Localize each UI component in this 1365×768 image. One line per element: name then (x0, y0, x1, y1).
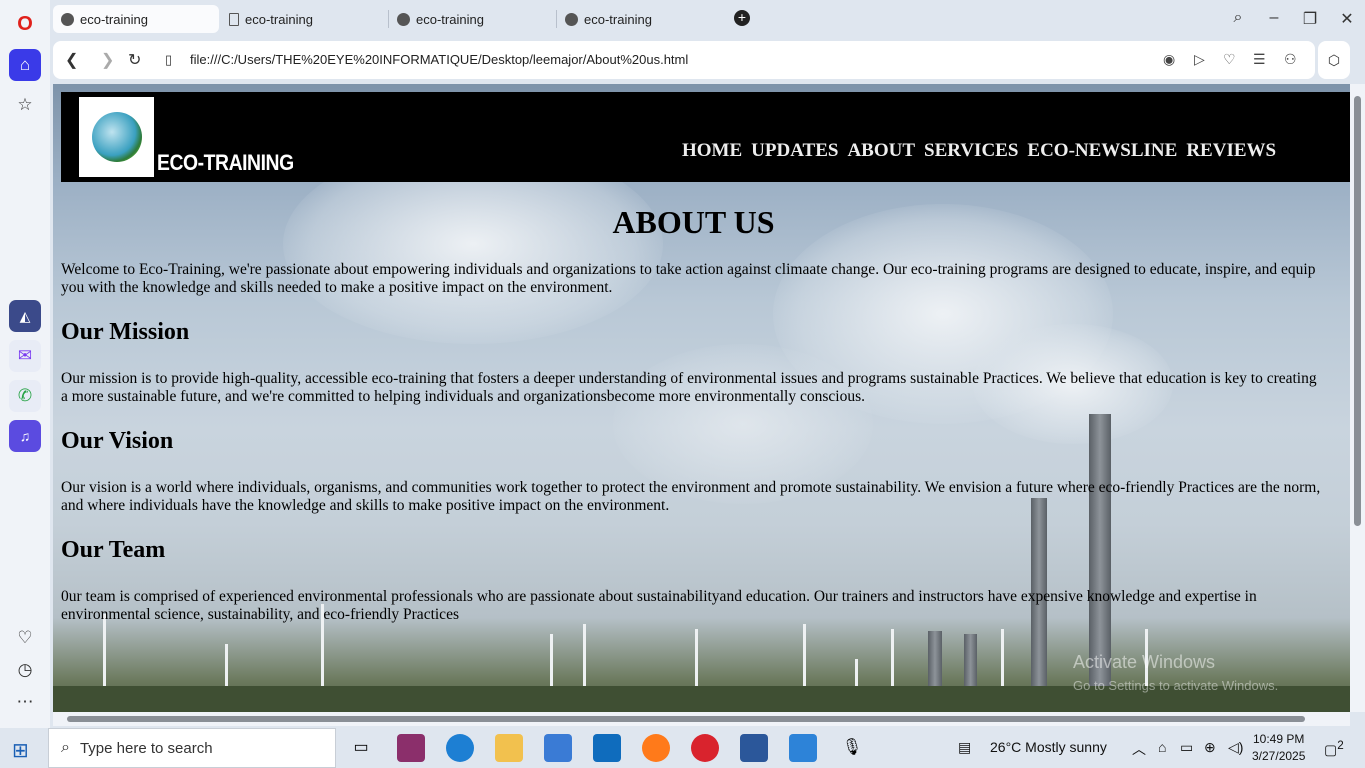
tab-title: eco-training (416, 11, 484, 27)
weather-icon: ▤ (958, 739, 972, 755)
file-explorer-icon[interactable] (495, 734, 523, 762)
more-dots-icon[interactable]: ⋯ (9, 686, 41, 718)
notification-count: 2 (1337, 739, 1344, 752)
snapshot-camera-icon[interactable]: ◉ (1163, 51, 1175, 68)
taskbar-search[interactable]: ⌕ Type here to search (48, 728, 336, 768)
nav-services[interactable]: SERVICES (924, 140, 1018, 162)
notifications-icon[interactable]: ▢2 (1324, 739, 1344, 759)
page-viewport: ECO-TRAINING HOME UPDATES ABOUT SERVICES… (53, 84, 1350, 712)
activate-windows-subtext: Go to Settings to activate Windows. (1073, 678, 1279, 693)
document-icon (229, 12, 239, 26)
about-content: ABOUT US Welcome to Eco-Training, we're … (61, 204, 1326, 624)
home-icon[interactable]: ⌂ (9, 49, 41, 81)
send-icon[interactable]: ▷ (1194, 51, 1205, 68)
tab-2[interactable]: eco-training (221, 5, 387, 33)
horizontal-scrollbar[interactable] (53, 712, 1350, 726)
microphone-icon[interactable]: 🎙 (838, 734, 866, 762)
url-field[interactable]: file:///C:/Users/THE%20EYE%20INFORMATIQU… (190, 52, 688, 67)
site-header: ECO-TRAINING HOME UPDATES ABOUT SERVICES… (61, 92, 1350, 182)
activate-windows-watermark: Activate Windows (1073, 652, 1216, 672)
address-toolbar: ❮ ❯ ↻ ▯ file:///C:/Users/THE%20EYE%20INF… (53, 41, 1315, 79)
heart-icon[interactable]: ♡ (1223, 51, 1236, 68)
easy-setup-icon[interactable]: ☰ (1253, 51, 1266, 68)
aria-icon[interactable]: ◭ (9, 300, 41, 332)
language-globe-icon[interactable]: ⊕ (1204, 739, 1216, 756)
site-logo[interactable] (79, 97, 154, 177)
winrar-icon[interactable] (397, 734, 425, 762)
windows-start-icon[interactable]: ⊞ (12, 738, 29, 763)
profile-icon[interactable]: ⚇ (1284, 51, 1297, 68)
messenger-icon[interactable]: ✉ (9, 340, 41, 372)
minimize-icon[interactable]: – (1262, 9, 1286, 27)
vision-heading: Our Vision (61, 428, 174, 454)
firefox-icon[interactable] (642, 734, 670, 762)
intro-paragraph: Welcome to Eco-Training, we're passionat… (61, 261, 1316, 296)
site-brand: ECO-TRAINING (157, 150, 294, 175)
tab-4[interactable]: eco-training (557, 5, 723, 33)
photos-icon[interactable] (789, 734, 817, 762)
nav-reviews[interactable]: REVIEWS (1186, 140, 1276, 162)
vertical-scrollbar[interactable] (1350, 84, 1365, 712)
history-clock-icon[interactable]: ◷ (9, 654, 41, 686)
windows-taskbar: ⊞ ⌕ Type here to search ▭ 🎙 ▤ 26°C Mostl… (0, 728, 1365, 768)
tab-strip: eco-training eco-training eco-training e… (50, 0, 1365, 38)
reload-icon[interactable]: ↻ (128, 50, 141, 70)
opera-sidebar: O ⌂ ☆ ◭ ✉ ✆ ♫ ♡ ◷ ⋯ (0, 0, 50, 728)
mission-heading: Our Mission (61, 319, 190, 345)
team-paragraph: 0ur team is comprised of experienced env… (61, 588, 1257, 623)
weather-text[interactable]: 26°C Mostly sunny (990, 739, 1107, 755)
scrollbar-thumb[interactable] (67, 716, 1305, 722)
page-title: ABOUT US (612, 204, 775, 240)
back-arrow-icon[interactable]: ❮ (65, 50, 78, 70)
nav-home[interactable]: HOME (682, 140, 742, 162)
globe-icon (397, 12, 410, 26)
favorites-heart-icon[interactable]: ♡ (9, 622, 41, 654)
vision-paragraph: Our vision is a world where individuals,… (61, 479, 1321, 514)
microsoft-store-icon[interactable] (544, 734, 572, 762)
globe-leaf-logo-icon (91, 112, 142, 162)
site-nav: HOME UPDATES ABOUT SERVICES ECO-NEWSLINE… (682, 140, 1276, 162)
clock-time: 10:49 PM (1253, 732, 1305, 746)
whatsapp-icon[interactable]: ✆ (9, 380, 41, 412)
restore-icon[interactable]: ❐ (1298, 9, 1322, 29)
nav-eco-newsline[interactable]: ECO-NEWSLINE (1027, 140, 1177, 162)
clock-date: 3/27/2025 (1252, 749, 1306, 763)
pinboard-star-icon[interactable]: ☆ (9, 89, 41, 121)
task-view-icon[interactable]: ▭ (347, 734, 375, 762)
nav-updates[interactable]: UPDATES (751, 140, 838, 162)
close-icon[interactable]: ✕ (1335, 9, 1359, 29)
extensions-cube-icon[interactable]: ⬡ (1318, 41, 1350, 79)
file-icon: ▯ (165, 52, 173, 67)
scrollbar-thumb[interactable] (1354, 96, 1361, 526)
tab-1[interactable]: eco-training (53, 5, 219, 33)
opera-taskbar-icon[interactable] (691, 734, 719, 762)
network-icon[interactable]: ⌂ (1158, 739, 1166, 755)
tab-title: eco-training (245, 11, 313, 27)
nav-about[interactable]: ABOUT (847, 140, 915, 162)
tab-title: eco-training (584, 11, 652, 27)
new-tab-plus-icon[interactable]: + (734, 10, 750, 26)
team-heading: Our Team (61, 537, 166, 563)
mission-paragraph: Our mission is to provide high-quality, … (61, 370, 1317, 405)
word-icon[interactable] (740, 734, 768, 762)
edge-icon[interactable] (446, 734, 474, 762)
tab-3[interactable]: eco-training (389, 5, 555, 33)
tray-chevron-up-icon[interactable]: ︿ (1132, 739, 1146, 759)
system-clock[interactable]: 10:49 PM 3/27/2025 (1252, 731, 1305, 765)
music-player-icon[interactable]: ♫ (9, 420, 41, 452)
opera-logo-icon[interactable]: O (9, 8, 41, 40)
forward-arrow-icon[interactable]: ❯ (101, 50, 114, 70)
search-tabs-icon[interactable]: ⌕ (1226, 9, 1250, 27)
search-placeholder: Type here to search (79, 739, 213, 757)
outlook-icon[interactable] (593, 734, 621, 762)
globe-icon (565, 12, 578, 26)
volume-icon[interactable]: ◁) (1228, 739, 1243, 756)
search-icon: ⌕ (61, 739, 70, 756)
battery-icon[interactable]: ▭ (1180, 739, 1193, 756)
tab-title: eco-training (80, 11, 148, 27)
globe-icon (61, 12, 74, 26)
